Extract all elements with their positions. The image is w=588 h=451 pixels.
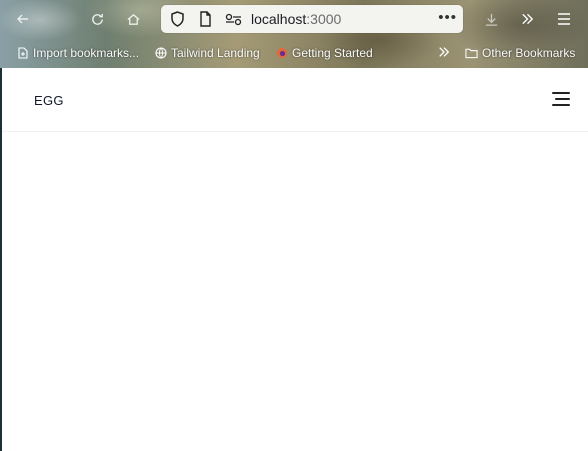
- download-icon: [485, 13, 497, 26]
- browser-toolbar: localhost:3000 •••: [0, 4, 588, 34]
- reload-button[interactable]: [88, 10, 106, 28]
- bookmark-import[interactable]: Import bookmarks...: [16, 46, 139, 60]
- tracking-protection-shield-icon[interactable]: [168, 10, 186, 28]
- downloads-button[interactable]: [482, 10, 500, 28]
- menu-bar: [555, 98, 570, 100]
- browser-chrome: localhost:3000 ••• Import bookmarks... T…: [0, 0, 588, 68]
- import-icon: [16, 47, 29, 60]
- url-text: localhost:3000: [251, 11, 341, 27]
- bookmark-label: Import bookmarks...: [33, 46, 140, 60]
- chevron-double-right-icon: [439, 47, 450, 57]
- reload-icon: [91, 13, 103, 25]
- bookmark-label: Tailwind Landing: [171, 46, 260, 60]
- other-bookmarks-folder[interactable]: Other Bookmarks: [465, 46, 575, 60]
- bookmark-label: Getting Started: [292, 46, 373, 60]
- menu-bar: [552, 104, 570, 106]
- other-bookmarks-label: Other Bookmarks: [482, 46, 576, 60]
- site-header: EGG: [2, 68, 588, 132]
- overflow-toolbar-button[interactable]: [518, 10, 536, 28]
- brand-logo[interactable]: EGG: [34, 93, 64, 108]
- hamburger-icon: [558, 13, 570, 25]
- bookmark-tailwind-landing[interactable]: Tailwind Landing: [154, 46, 260, 60]
- back-button[interactable]: [14, 10, 32, 28]
- url-port: :3000: [306, 11, 342, 27]
- page-info-icon[interactable]: [196, 10, 214, 28]
- permissions-icon[interactable]: [224, 10, 242, 28]
- home-button[interactable]: [124, 10, 142, 28]
- url-host: localhost: [251, 11, 307, 27]
- address-bar[interactable]: localhost:3000 •••: [161, 5, 463, 33]
- globe-icon: [154, 47, 167, 60]
- home-icon: [126, 13, 140, 25]
- bookmarks-toolbar: Import bookmarks... Tailwind Landing Get…: [0, 43, 588, 65]
- bookmarks-overflow-button[interactable]: [437, 46, 451, 58]
- app-menu-button[interactable]: [555, 10, 573, 28]
- mobile-menu-button[interactable]: [552, 92, 572, 108]
- folder-icon: [465, 47, 478, 60]
- page-viewport: EGG: [0, 68, 588, 451]
- bookmark-getting-started[interactable]: Getting Started: [275, 46, 373, 60]
- menu-bar: [552, 92, 570, 94]
- chevron-double-right-icon: [521, 13, 533, 25]
- back-arrow-icon: [17, 14, 28, 24]
- firefox-icon: [275, 47, 288, 60]
- page-actions-menu-icon[interactable]: •••: [438, 9, 457, 26]
